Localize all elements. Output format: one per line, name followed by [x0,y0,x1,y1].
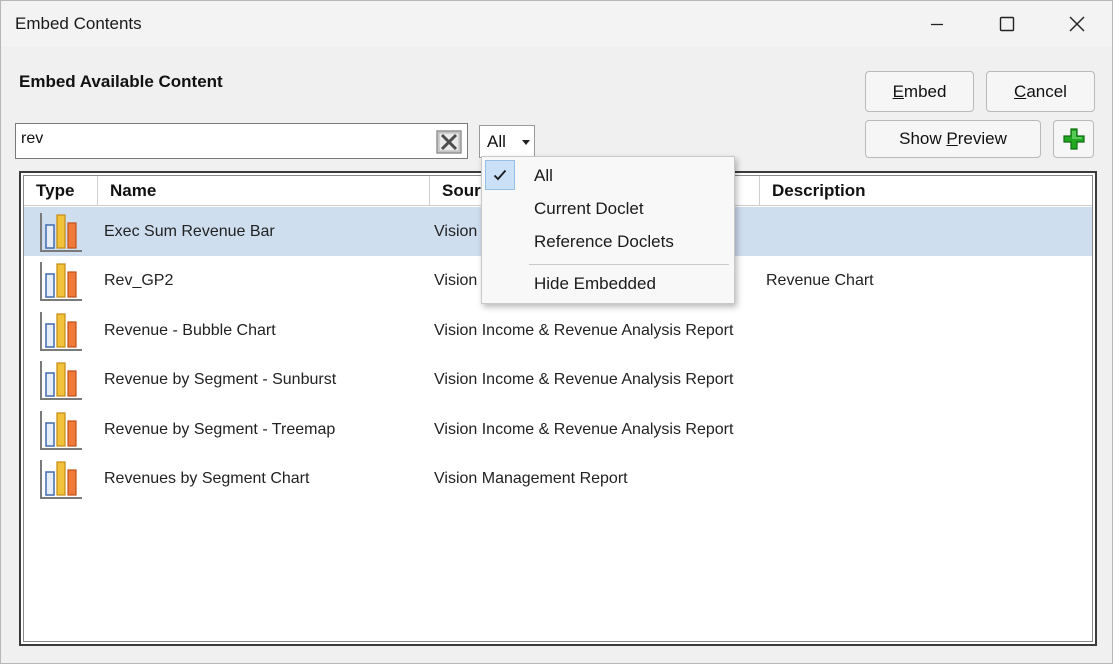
row-source: Vision Management Report [434,470,628,487]
table-row[interactable]: Revenue - Bubble Chart Vision Income & R… [24,306,1092,355]
embed-button-mnemonic: E [892,81,904,101]
column-header-type[interactable]: Type [24,176,98,206]
row-description [766,207,1086,256]
show-preview-mnemonic: P [946,129,958,148]
close-icon [1069,16,1085,32]
title-bar[interactable]: Embed Contents [1,1,1112,47]
add-content-button[interactable] [1053,120,1094,158]
bar-chart-icon [40,213,82,252]
cancel-button[interactable]: Cancel [986,71,1095,112]
row-name: Revenue by Segment - Treemap [104,421,336,438]
chevron-down-icon [522,140,530,145]
bar-chart-icon [40,262,82,301]
row-source: Vision Income & Revenue Analysis Report [434,371,734,388]
cancel-button-label: ancel [1026,81,1067,101]
row-description [766,405,1086,454]
minimize-icon [931,23,943,26]
row-description: Revenue Chart [766,272,874,289]
menu-item-all[interactable]: All [534,166,553,186]
bar-chart-icon [40,361,82,400]
column-header-name[interactable]: Name [98,176,430,206]
check-icon [485,160,515,190]
cancel-button-mnemonic: C [1014,81,1027,101]
menu-item-current-doclet[interactable]: Current Doclet [534,199,644,219]
table-row[interactable]: Revenue by Segment - Sunburst Vision Inc… [24,355,1092,404]
row-name: Rev_GP2 [104,272,174,289]
show-preview-label-start: Show [899,129,947,148]
bar-chart-icon [40,460,82,499]
search-input-value: rev [21,130,44,147]
show-preview-button[interactable]: Show Preview [865,120,1041,158]
menu-separator [529,264,729,265]
filter-dropdown[interactable]: All [479,125,535,158]
close-button[interactable] [1042,1,1112,47]
column-header-description[interactable]: Description [760,176,1092,206]
row-description [766,355,1086,404]
filter-menu: All Current Doclet Reference Doclets Hid… [481,156,735,304]
embed-button[interactable]: Embed [865,71,974,112]
maximize-button[interactable] [972,1,1042,47]
maximize-icon [999,16,1015,32]
menu-item-hide-embedded[interactable]: Hide Embedded [534,274,656,294]
window-title: Embed Contents [15,14,142,33]
search-input[interactable]: rev [15,123,468,159]
menu-item-reference-doclets[interactable]: Reference Doclets [534,232,674,252]
show-preview-label-end: review [957,129,1007,148]
table-row[interactable]: Revenue by Segment - Treemap Vision Inco… [24,405,1092,454]
row-name: Exec Sum Revenue Bar [104,223,275,240]
section-heading: Embed Available Content [19,72,223,91]
embed-contents-dialog: Embed Contents Embed Available Content E… [0,0,1113,664]
row-name: Revenues by Segment Chart [104,470,310,487]
row-description [766,306,1086,355]
row-name: Revenue - Bubble Chart [104,322,276,339]
plus-icon [1062,128,1085,150]
embed-button-label: mbed [903,81,947,101]
filter-selected-value: All [487,132,506,151]
bar-chart-icon [40,312,82,351]
row-source: Vision Income & Revenue Analysis Report [434,421,734,438]
table-row[interactable]: Revenues by Segment Chart Vision Managem… [24,454,1092,503]
bar-chart-icon [40,411,82,450]
row-description [766,454,1086,503]
row-name: Revenue by Segment - Sunburst [104,371,337,388]
row-source: Vision Income & Revenue Analysis Report [434,322,734,339]
minimize-button[interactable] [902,1,972,47]
clear-search-icon[interactable] [436,130,462,154]
